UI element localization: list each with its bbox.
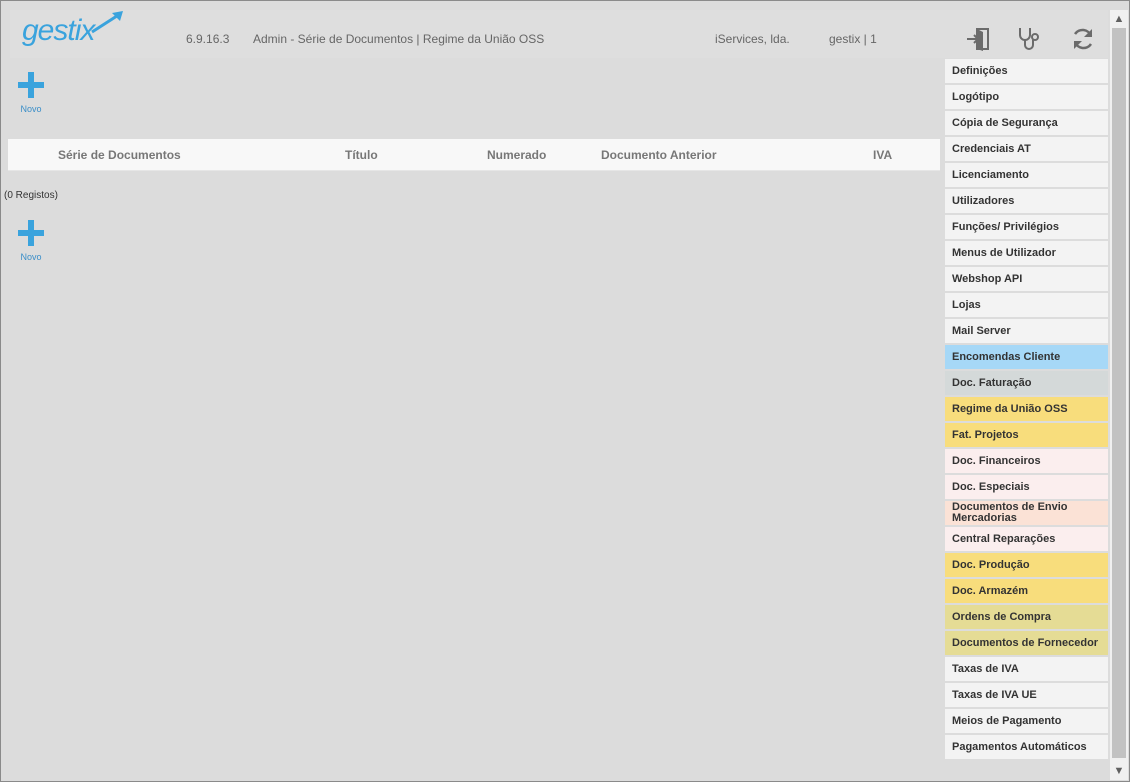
sidebar-item[interactable]: Regime da União OSS bbox=[945, 397, 1108, 423]
sidebar-item[interactable]: Licenciamento bbox=[945, 163, 1108, 189]
sidebar-item-label: Doc. Produção bbox=[952, 558, 1030, 571]
sidebar-item-label: Cópia de Segurança bbox=[952, 116, 1058, 129]
sidebar-item-label: Doc. Especiais bbox=[952, 480, 1030, 493]
logo-text: gestix bbox=[22, 14, 95, 47]
column-header-iva[interactable]: IVA bbox=[873, 148, 892, 162]
sidebar-item-label: Meios de Pagamento bbox=[952, 714, 1062, 727]
sidebar-item[interactable]: Menus de Utilizador bbox=[945, 241, 1108, 267]
sidebar-item[interactable]: Definições bbox=[945, 59, 1108, 85]
sidebar-item-label: Lojas bbox=[952, 298, 981, 311]
sidebar-item-label: Menus de Utilizador bbox=[952, 246, 1056, 259]
sidebar-item[interactable]: Logótipo bbox=[945, 85, 1108, 111]
record-count: (0 Registos) bbox=[4, 190, 58, 201]
sidebar-item[interactable]: Fat. Projetos bbox=[945, 423, 1108, 449]
app-version: 6.9.16.3 bbox=[186, 32, 230, 46]
sidebar-item-label: Taxas de IVA bbox=[952, 662, 1019, 675]
new-button-label: Novo bbox=[20, 104, 42, 114]
sidebar-item-label: Regime da União OSS bbox=[952, 402, 1068, 415]
sidebar-item-label: Fat. Projetos bbox=[952, 428, 1019, 441]
sidebar-item-label: Licenciamento bbox=[952, 168, 1030, 181]
scroll-down-icon[interactable]: ▼ bbox=[1110, 762, 1128, 780]
stethoscope-icon[interactable] bbox=[1016, 26, 1042, 52]
sidebar-item-label: Documentos de Envio Mercadorias bbox=[952, 501, 1068, 524]
sidebar-item[interactable]: Taxas de IVA UE bbox=[945, 683, 1108, 709]
sidebar-item[interactable]: Doc. Faturação bbox=[945, 371, 1108, 397]
sidebar-item-label: Utilizadores bbox=[952, 194, 1015, 207]
sidebar-item-label: Ordens de Compra bbox=[952, 610, 1052, 623]
column-header-documento-anterior[interactable]: Documento Anterior bbox=[601, 148, 717, 162]
sidebar-item[interactable]: Doc. Especiais bbox=[945, 475, 1108, 501]
refresh-icon[interactable] bbox=[1070, 26, 1096, 52]
new-button-label: Novo bbox=[20, 252, 42, 262]
sidebar-item-label: Doc. Armazém bbox=[952, 584, 1029, 597]
new-button-top[interactable]: Novo bbox=[16, 72, 46, 114]
logo-arrow-icon bbox=[91, 11, 123, 34]
sidebar-item[interactable]: Encomendas Cliente bbox=[945, 345, 1108, 371]
new-button-bottom[interactable]: Novo bbox=[16, 220, 46, 262]
sidebar-item[interactable]: Meios de Pagamento bbox=[945, 709, 1108, 735]
sidebar-item[interactable]: Documentos de Envio Mercadorias bbox=[945, 501, 1108, 527]
sidebar-item-label: Credenciais AT bbox=[952, 142, 1031, 155]
sidebar-item[interactable]: Taxas de IVA bbox=[945, 657, 1108, 683]
sidebar-item-label: Doc. Financeiros bbox=[952, 454, 1041, 467]
sidebar-item[interactable]: Doc. Armazém bbox=[945, 579, 1108, 605]
sidebar-item[interactable]: Webshop API bbox=[945, 267, 1108, 293]
sidebar-item[interactable]: Funções/ Privilégios bbox=[945, 215, 1108, 241]
sidebar-item-label: Encomendas Cliente bbox=[952, 350, 1061, 363]
user-info: gestix | 1 bbox=[829, 32, 877, 46]
sidebar-item[interactable]: Cópia de Segurança bbox=[945, 111, 1108, 137]
sidebar-item[interactable]: Mail Server bbox=[945, 319, 1108, 345]
scroll-up-icon[interactable]: ▲ bbox=[1110, 10, 1128, 28]
sidebar-item-label: Logótipo bbox=[952, 90, 1000, 103]
logout-icon[interactable] bbox=[966, 26, 992, 52]
sidebar-item[interactable]: Documentos de Fornecedor bbox=[945, 631, 1108, 657]
main-content: Novo Série de Documentos Título Numerado… bbox=[4, 58, 944, 778]
column-header-serie[interactable]: Série de Documentos bbox=[58, 148, 181, 162]
page-title: Admin - Série de Documentos | Regime da … bbox=[253, 32, 545, 46]
sidebar-item[interactable]: Credenciais AT bbox=[945, 137, 1108, 163]
sidebar-item-label: Webshop API bbox=[952, 272, 1023, 285]
app-header: gestix 6.9.16.3 Admin - Série de Documen… bbox=[10, 10, 1108, 58]
sidebar-item[interactable]: Lojas bbox=[945, 293, 1108, 319]
sidebar-item-label: Documentos de Fornecedor bbox=[952, 636, 1099, 649]
sidebar-item[interactable]: Doc. Financeiros bbox=[945, 449, 1108, 475]
company-name: iServices, lda. bbox=[715, 32, 790, 46]
sidebar-item-label: Central Reparações bbox=[952, 532, 1056, 545]
column-header-numerado[interactable]: Numerado bbox=[487, 148, 546, 162]
sidebar-item[interactable]: Ordens de Compra bbox=[945, 605, 1108, 631]
sidebar-item-label: Taxas de IVA UE bbox=[952, 688, 1037, 701]
table-header: Série de Documentos Título Numerado Docu… bbox=[8, 139, 940, 171]
sidebar-item[interactable]: Pagamentos Automáticos bbox=[945, 735, 1108, 761]
sidebar-item[interactable]: Utilizadores bbox=[945, 189, 1108, 215]
admin-sidebar-menu: Definições Logótipo Cópia de Segurança Cred… bbox=[945, 59, 1108, 761]
vertical-scrollbar[interactable]: ▲ ▼ bbox=[1110, 10, 1128, 780]
plus-icon bbox=[18, 72, 44, 98]
sidebar-item[interactable]: Central Reparações bbox=[945, 527, 1108, 553]
column-header-titulo[interactable]: Título bbox=[345, 148, 378, 162]
sidebar-item-label: Pagamentos Automáticos bbox=[952, 740, 1087, 753]
sidebar-item[interactable]: Doc. Produção bbox=[945, 553, 1108, 579]
sidebar-item-label: Funções/ Privilégios bbox=[952, 220, 1059, 233]
sidebar-item-label: Doc. Faturação bbox=[952, 376, 1032, 389]
sidebar-item-label: Mail Server bbox=[952, 324, 1011, 337]
sidebar-item-label: Definições bbox=[952, 64, 1008, 77]
plus-icon bbox=[18, 220, 44, 246]
gestix-logo[interactable]: gestix bbox=[22, 11, 123, 48]
scrollbar-thumb[interactable] bbox=[1112, 28, 1126, 758]
